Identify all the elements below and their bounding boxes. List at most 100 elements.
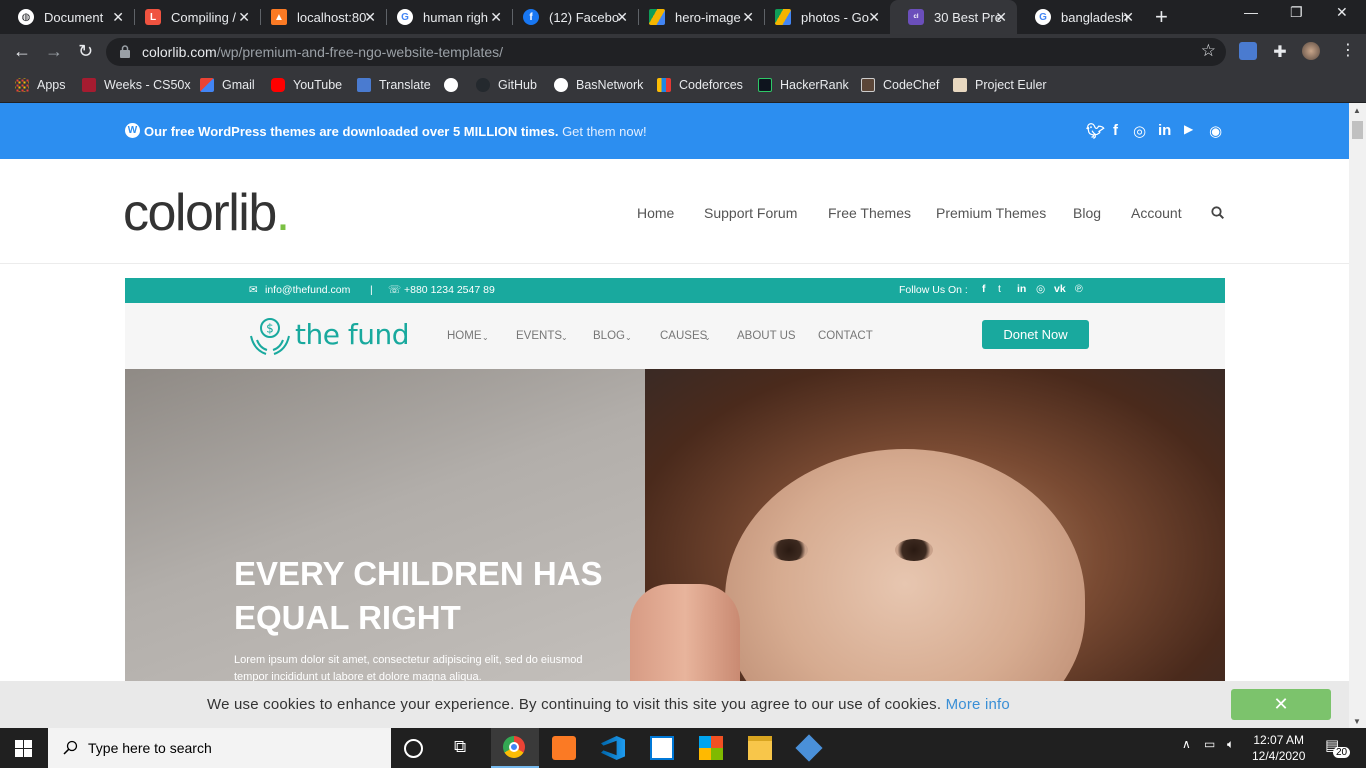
bookmark-apps[interactable]: Apps xyxy=(15,78,66,92)
file-explorer-icon[interactable] xyxy=(748,736,772,760)
preview-menu-events: EVENTS xyxy=(516,330,563,342)
nav-account[interactable]: Account xyxy=(1131,205,1182,221)
tab-colorlib-active[interactable]: cl 30 Best Pre ✕ xyxy=(890,0,1017,34)
tab-bangladesh[interactable]: G bangladesh ✕ xyxy=(1017,0,1144,34)
bookmark-globe[interactable] xyxy=(444,78,466,92)
close-icon[interactable]: ✕ xyxy=(868,9,880,25)
task-view-icon[interactable]: ⧉ xyxy=(454,737,478,761)
colorlib-logo[interactable]: colorlib. xyxy=(123,183,290,243)
nav-blog[interactable]: Blog xyxy=(1073,205,1101,221)
github-icon[interactable]: ◉ xyxy=(1209,122,1222,140)
cortana-icon[interactable] xyxy=(404,739,423,758)
tab-hero-image[interactable]: hero-image ✕ xyxy=(631,0,764,34)
vscode-icon[interactable] xyxy=(601,736,625,760)
hero-text-line: Lorem ipsum dolor sit amet, consectetur … xyxy=(234,654,583,666)
nav-home[interactable]: Home xyxy=(637,205,674,221)
restore-icon[interactable]: ❐ xyxy=(1290,4,1303,21)
close-icon[interactable]: ✕ xyxy=(490,9,502,25)
logo-dot: . xyxy=(275,184,290,242)
address-bar[interactable]: colorlib.com/wp/premium-and-free-ngo-web… xyxy=(106,38,1226,66)
translate-icon xyxy=(357,78,371,92)
store-app-icon[interactable] xyxy=(699,736,723,760)
codechef-icon xyxy=(861,78,875,92)
back-icon[interactable]: ← xyxy=(13,42,31,60)
close-icon[interactable]: ✕ xyxy=(364,9,376,25)
tab-photos[interactable]: photos - Go ✕ xyxy=(757,0,890,34)
tab-compiling[interactable]: L Compiling / ✕ xyxy=(127,0,260,34)
nav-free-themes[interactable]: Free Themes xyxy=(828,205,911,221)
new-tab-icon[interactable]: + xyxy=(1155,4,1168,30)
nav-support-forum[interactable]: Support Forum xyxy=(704,205,797,221)
notification-count-badge: 20 xyxy=(1333,747,1351,758)
bookmark-hackerrank[interactable]: HackerRank xyxy=(758,78,849,92)
close-icon[interactable]: ✕ xyxy=(742,9,754,25)
menu-kebab-icon[interactable]: ⋮ xyxy=(1340,42,1356,60)
cookie-text: We use cookies to enhance your experienc… xyxy=(207,696,942,713)
taskbar-clock[interactable]: 12:07 AM 12/4/2020 xyxy=(1252,732,1305,764)
volume-icon[interactable]: 🔈︎ xyxy=(1227,737,1234,752)
bookmark-translate[interactable]: Translate xyxy=(357,78,431,92)
snipping-tool-icon[interactable] xyxy=(650,736,674,760)
translate-extension-icon[interactable] xyxy=(1239,42,1257,60)
tab-facebook[interactable]: f (12) Facebo ✕ xyxy=(505,0,638,34)
close-icon[interactable]: ✕ xyxy=(1122,9,1134,25)
scrollbar-thumb[interactable] xyxy=(1352,121,1363,139)
bookmark-label: CodeChef xyxy=(883,78,940,92)
page-scrollbar[interactable]: ▲ ▼ xyxy=(1349,103,1366,728)
bookmark-codechef[interactable]: CodeChef xyxy=(861,78,939,92)
bookmark-codeforces[interactable]: Codeforces xyxy=(657,78,743,92)
reload-icon[interactable]: ↻ xyxy=(78,42,93,60)
tab-human-rights[interactable]: G human righ ✕ xyxy=(379,0,512,34)
facebook-icon[interactable]: f xyxy=(1113,122,1118,139)
mail-icon: ✉ xyxy=(249,284,258,296)
hero-title-line: EVERY CHILDREN HAS xyxy=(234,555,603,592)
hero-text: Lorem ipsum dolor sit amet, consectetur … xyxy=(234,652,634,681)
close-icon[interactable]: ✕ xyxy=(995,9,1007,25)
scroll-up-icon[interactable]: ▲ xyxy=(1353,106,1361,115)
site-header: colorlib. Home Support Forum Free Themes… xyxy=(0,159,1349,264)
xampp-icon[interactable] xyxy=(552,736,576,760)
taskbar-search-box[interactable]: Type here to search xyxy=(48,728,391,768)
tray-chevron-up-icon[interactable]: ∧ xyxy=(1182,737,1191,751)
tab-label: bangladesh xyxy=(1061,9,1129,25)
cookie-close-button[interactable]: ✕ xyxy=(1231,689,1331,720)
tab-localhost[interactable]: ▲ localhost:80 ✕ xyxy=(253,0,386,34)
close-icon[interactable]: ✕ xyxy=(616,9,628,25)
close-icon[interactable]: ✕ xyxy=(112,9,124,25)
nav-premium-themes[interactable]: Premium Themes xyxy=(936,205,1046,221)
instagram-icon[interactable]: ◎ xyxy=(1133,122,1146,140)
cookie-more-info-link[interactable]: More info xyxy=(946,696,1010,713)
preview-topbar: ✉ info@thefund.com | ☏ +880 1234 2547 89… xyxy=(125,278,1225,303)
chrome-taskbar-button[interactable] xyxy=(491,728,539,768)
lock-icon xyxy=(120,45,130,58)
youtube-icon[interactable]: ▶ xyxy=(1184,122,1193,136)
bookmark-project-euler[interactable]: Project Euler xyxy=(953,78,1047,92)
bookmark-github[interactable]: GitHub xyxy=(476,78,537,92)
git-kraken-icon[interactable] xyxy=(795,734,823,762)
template-preview-image[interactable]: ✉ info@thefund.com | ☏ +880 1234 2547 89… xyxy=(125,278,1225,681)
minimize-icon[interactable]: — xyxy=(1244,4,1258,20)
close-icon[interactable]: ✕ xyxy=(238,9,250,25)
bookmark-star-icon[interactable]: ☆ xyxy=(1201,41,1216,61)
bookmark-youtube[interactable]: YouTube xyxy=(271,78,342,92)
twitter-icon[interactable]: 🐦︎ xyxy=(1086,122,1105,140)
linkedin-icon[interactable]: in xyxy=(1158,122,1171,139)
scroll-down-icon[interactable]: ▼ xyxy=(1353,717,1361,726)
close-window-icon[interactable]: ✕ xyxy=(1336,4,1348,21)
search-icon[interactable] xyxy=(1211,206,1224,219)
svg-text:$: $ xyxy=(266,322,274,336)
promo-cta-link[interactable]: Get them now! xyxy=(562,124,647,139)
facebook-icon: f xyxy=(523,9,539,25)
phone-icon: ☏ xyxy=(388,284,402,296)
forward-icon[interactable]: → xyxy=(45,42,63,60)
profile-avatar[interactable] xyxy=(1302,42,1320,60)
bookmark-gmail[interactable]: Gmail xyxy=(200,78,255,92)
bookmark-cs50[interactable]: Weeks - CS50x xyxy=(82,78,191,92)
extensions-puzzle-icon[interactable]: ✚ xyxy=(1271,42,1289,61)
promo-message: Our free WordPress themes are downloaded… xyxy=(144,124,647,139)
gmail-icon xyxy=(200,78,214,92)
bookmark-basnetwork[interactable]: BasNetwork xyxy=(554,78,643,92)
tab-document[interactable]: ◍ Document ✕ xyxy=(0,0,134,34)
windows-start-icon[interactable] xyxy=(15,740,32,757)
network-icon[interactable]: ▭ xyxy=(1204,737,1215,751)
